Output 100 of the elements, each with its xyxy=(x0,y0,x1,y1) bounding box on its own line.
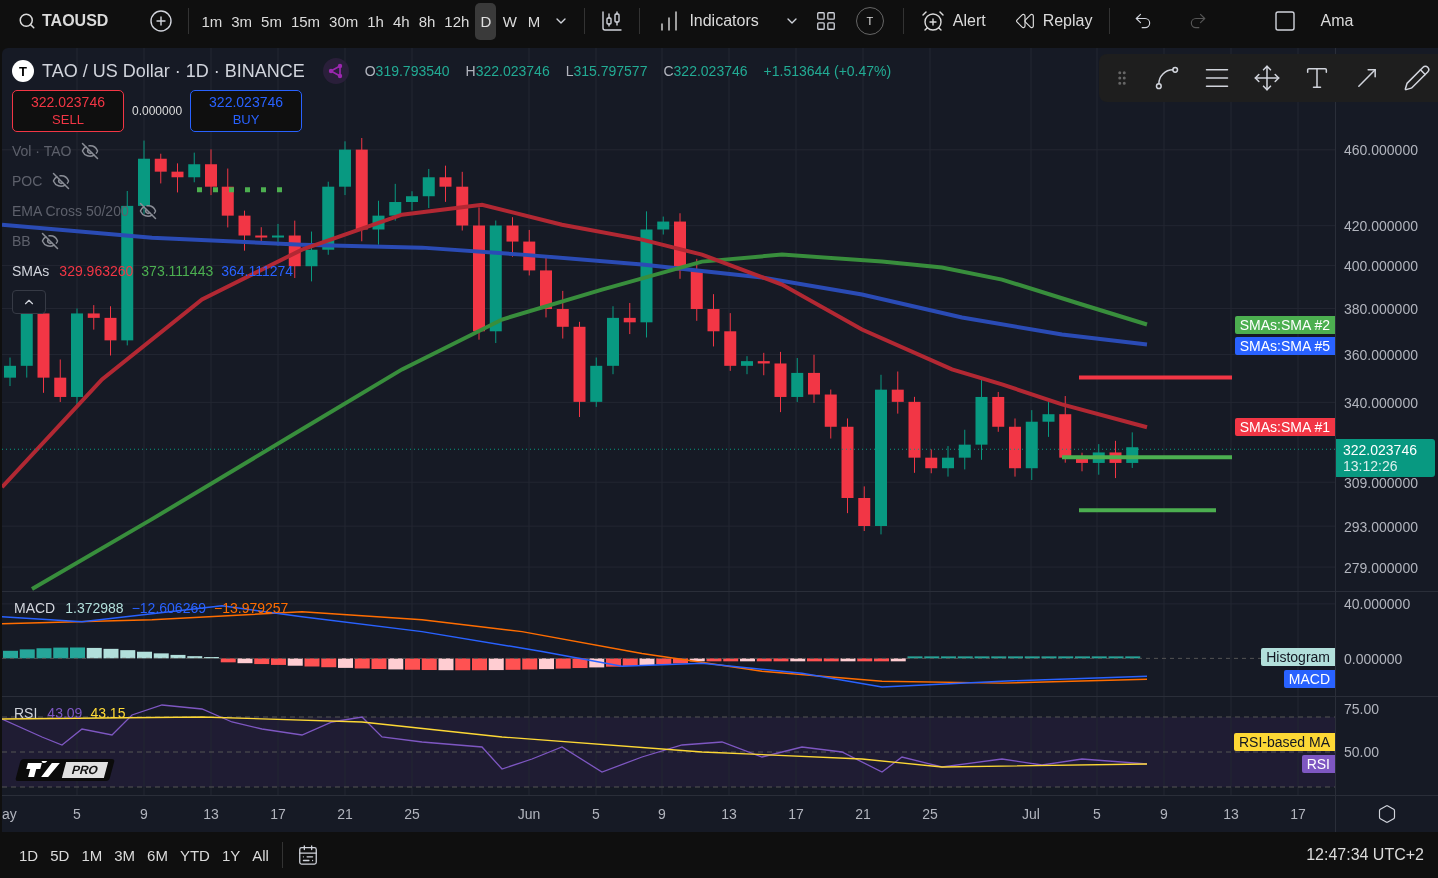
time-axis-label: 9 xyxy=(140,806,148,822)
calendar-icon xyxy=(296,844,319,866)
series-tag: RSI-based MA xyxy=(1233,733,1335,751)
series-tag: SMAs:SMA #2 xyxy=(1234,316,1335,334)
series-tag: Histogram xyxy=(1261,648,1335,666)
candlestick-icon xyxy=(600,9,625,33)
alert-button[interactable]: Alert xyxy=(912,5,994,37)
range-button[interactable]: 3M xyxy=(109,840,141,870)
indicator-value: −12.606269 xyxy=(131,600,206,616)
interval-tab[interactable]: 8h xyxy=(415,2,439,40)
eye-off-icon[interactable] xyxy=(40,232,59,250)
series-tag: RSI xyxy=(1301,755,1335,773)
time-axis-label: 5 xyxy=(592,806,600,822)
indicators-button[interactable]: Indicators xyxy=(649,5,767,37)
eye-off-icon[interactable] xyxy=(138,202,157,220)
interval-tab[interactable]: D xyxy=(475,2,497,40)
time-axis-label: 13 xyxy=(203,806,219,822)
indicator-name: BB xyxy=(12,233,31,249)
interval-tab[interactable]: 1m xyxy=(198,2,226,40)
move-icon[interactable] xyxy=(1253,64,1281,92)
price-axis-label: 50.00 xyxy=(1344,744,1380,760)
range-button[interactable]: 5D xyxy=(45,840,75,870)
toolbar-button[interactable]: Ama xyxy=(1306,8,1362,34)
indicator-value: 1.372988 xyxy=(65,600,124,616)
time-axis-label: 21 xyxy=(337,806,353,822)
price-axis-label: 293.000000 xyxy=(1344,519,1418,535)
price-axis-label: 360.000000 xyxy=(1344,347,1418,363)
indicator-name: MACD xyxy=(14,600,56,616)
price-axis-label: 279.000000 xyxy=(1344,560,1418,576)
interval-tab[interactable]: 15m xyxy=(287,2,324,40)
current-price-tag: 322.023746 13:12:26 xyxy=(1336,439,1435,477)
sell-button[interactable]: 322.023746 SELL xyxy=(12,90,124,132)
interval-tab[interactable]: 1h xyxy=(364,2,387,40)
time-axis-label: Jun xyxy=(517,806,541,822)
grid-icon xyxy=(814,10,837,32)
time-axis-label: 25 xyxy=(404,806,420,822)
time-axis-label: ay xyxy=(2,806,17,822)
price-axis-label: 420.000000 xyxy=(1344,218,1418,234)
time-axis-label: 17 xyxy=(270,806,286,822)
search-icon xyxy=(18,12,36,30)
series-tag: SMAs:SMA #1 xyxy=(1234,418,1335,436)
replay-button[interactable]: Replay xyxy=(1006,7,1101,35)
symbol-search-button[interactable]: TAOUSD xyxy=(12,8,115,34)
rewind-icon xyxy=(1014,11,1035,31)
time-axis-label: 17 xyxy=(788,806,804,822)
interval-tab[interactable]: 4h xyxy=(389,2,413,40)
range-button[interactable]: 1D xyxy=(14,840,44,870)
eye-off-icon[interactable] xyxy=(52,172,71,190)
price-axis-label: 460.000000 xyxy=(1344,142,1418,158)
price-axis-label: 380.000000 xyxy=(1344,301,1418,317)
indicator-value: 373.111443 xyxy=(141,263,214,279)
share-icon xyxy=(322,58,349,84)
price-axis-label: 75.00 xyxy=(1344,701,1380,717)
indicator-value: 43.15 xyxy=(90,705,126,721)
price-axis-label: 400.000000 xyxy=(1344,258,1418,274)
symbol-title: TAO / US Dollar · 1D · BINANCE xyxy=(42,60,305,82)
alarm-clock-icon xyxy=(920,9,945,33)
clock: 12:47:34 UTC+2 xyxy=(1306,846,1424,864)
range-button[interactable]: YTD xyxy=(174,840,215,870)
interval-tab[interactable]: 30m xyxy=(326,2,362,40)
series-tag: SMAs:SMA #5 xyxy=(1234,337,1335,355)
range-button[interactable]: 1M xyxy=(76,840,108,870)
interval-tab[interactable]: M xyxy=(523,2,545,40)
range-button[interactable]: 1Y xyxy=(216,840,246,870)
time-axis-label: Jul xyxy=(1022,806,1040,822)
interval-tab[interactable]: 12h xyxy=(441,2,473,40)
interval-tab[interactable]: 5m xyxy=(258,2,285,40)
ohlc-value: H322.023746 xyxy=(465,63,550,79)
price-axis-label: 309.000000 xyxy=(1344,475,1418,491)
indicator-name: POC xyxy=(12,173,43,189)
spread-value: 0.000000 xyxy=(132,104,183,118)
ohlc-value: L315.797577 xyxy=(565,63,648,79)
time-axis-label: 5 xyxy=(1093,806,1101,822)
price-axis-label: 40.000000 xyxy=(1344,596,1411,612)
symbol-logo: T xyxy=(12,60,34,82)
interval-tab[interactable]: 3m xyxy=(228,2,256,40)
time-axis-label: 9 xyxy=(658,806,666,822)
settings-icon[interactable] xyxy=(1377,804,1397,824)
time-axis-label: 13 xyxy=(1223,806,1239,822)
time-axis-label: 13 xyxy=(721,806,737,822)
price-change: +1.513644 (+0.47%) xyxy=(763,63,892,79)
price-axis-label: 340.000000 xyxy=(1344,395,1418,411)
ohlc-value: C322.023746 xyxy=(663,63,748,79)
time-axis-label: 17 xyxy=(1290,806,1306,822)
line-tool-icon[interactable] xyxy=(1153,64,1181,92)
interval-tab[interactable]: W xyxy=(499,2,521,40)
series-tag: MACD xyxy=(1283,670,1335,688)
range-button[interactable]: 6M xyxy=(142,840,173,870)
time-axis-label: 25 xyxy=(922,806,938,822)
buy-button[interactable]: 322.023746 BUY xyxy=(190,90,303,132)
range-button[interactable]: All xyxy=(247,840,274,870)
indicator-name: SMAs xyxy=(12,263,50,279)
indicator-value: 43.09 xyxy=(47,705,83,721)
pencil-icon[interactable] xyxy=(1403,64,1431,92)
time-axis-label: 9 xyxy=(1160,806,1168,822)
logo-badge: PRO xyxy=(15,759,115,781)
price-axis-label: 0.000000 xyxy=(1344,651,1403,667)
indicator-name: Vol · TAO xyxy=(12,143,72,159)
eye-off-icon[interactable] xyxy=(81,142,100,160)
ohlc-value: O319.793540 xyxy=(364,63,450,79)
